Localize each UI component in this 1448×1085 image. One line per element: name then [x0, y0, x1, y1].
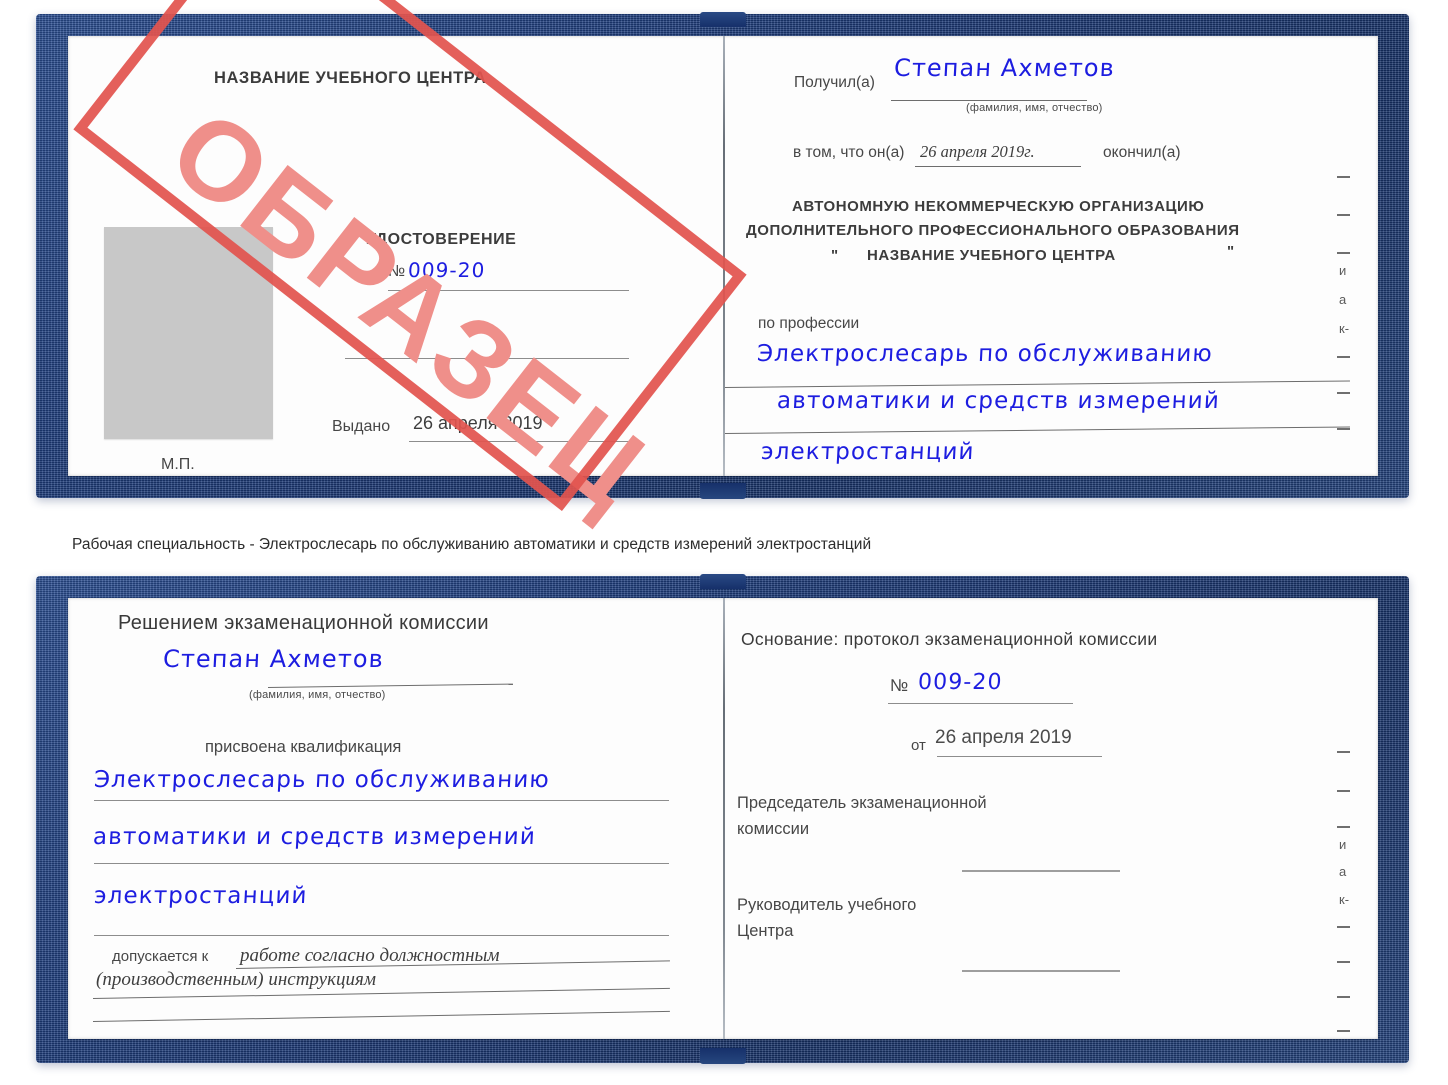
certificate-number-underline [388, 290, 629, 291]
from-label: от [911, 737, 926, 754]
that-he-label: в том, что он(а) [793, 144, 905, 161]
cert2-name-hint-label: (фамилия, имя, отчество) [249, 689, 386, 701]
edge-dash-3 [1337, 252, 1350, 254]
name-hint-label: (фамилия, имя, отчество) [966, 102, 1103, 114]
profession-line-1: Электрослесарь по обслуживанию [756, 341, 1214, 367]
edge-dash-5 [1337, 392, 1350, 394]
image-caption: Рабочая специальность - Электрослесарь п… [72, 536, 872, 553]
edge2-fragment-2: а [1339, 864, 1347, 879]
certificate-1-left-page: НАЗВАНИЕ УЧЕБНОГО ЦЕНТРА УДОСТОВЕРЕНИЕ №… [68, 36, 723, 476]
edge-dash-1 [1337, 176, 1350, 178]
edge2-fragment-1: и [1339, 837, 1347, 852]
profession-label: по профессии [758, 315, 860, 332]
chairman-line-2: комиссии [737, 820, 810, 838]
seal-place-label: М.П. [161, 456, 195, 473]
head-line-2: Центра [737, 922, 794, 940]
edge2-dash-7 [1337, 1030, 1350, 1032]
org-name: НАЗВАНИЕ УЧЕБНОГО ЦЕНТРА [867, 247, 1116, 264]
certificate-2-spine-notch-top [699, 574, 746, 589]
photo-placeholder [104, 227, 273, 439]
edge2-dash-5 [1337, 961, 1350, 963]
certificate-number-label: № [388, 263, 406, 280]
qualification-line-3: электростанций [93, 883, 309, 909]
certificate-1-right-page: Получил(а) Степан Ахметов (фамилия, имя,… [725, 36, 1378, 476]
qualification-line-1: Электрослесарь по обслуживанию [93, 767, 551, 793]
profession-line-3: электростанций [760, 439, 976, 465]
edge-fragment-1: и [1339, 263, 1347, 278]
document-type-title: УДОСТОВЕРЕНИЕ [366, 231, 517, 248]
chairman-signature-line [962, 870, 1120, 872]
profession-line-2: автоматики и средств измерений [776, 388, 1221, 414]
admitted-line-2: (производственным) инструкциям [96, 969, 376, 990]
chairman-line-1: Председатель экзаменационной [737, 794, 987, 812]
completion-date-value: 26 апреля 2019г. [920, 142, 1035, 161]
graduated-label: окончил(а) [1103, 144, 1181, 161]
org-line-1: АВТОНОМНУЮ НЕКОММЕРЧЕСКУЮ ОРГАНИЗАЦИЮ [792, 198, 1205, 215]
edge2-dash-3 [1337, 826, 1350, 828]
received-label: Получил(а) [794, 74, 875, 91]
from-date-underline [937, 756, 1102, 757]
issued-date-value: 26 апреля 2019 [413, 413, 543, 433]
completion-date-underline [915, 166, 1081, 167]
edge2-dash-1 [1337, 751, 1350, 753]
certificate-2-right-page: Основание: протокол экзаменационной коми… [725, 598, 1378, 1039]
certificate-2-left-page: Решением экзаменационной комиссии Степан… [68, 598, 723, 1039]
edge2-dash-2 [1337, 790, 1350, 792]
from-date-value: 26 апреля 2019 [935, 727, 1072, 748]
certificate-number-value: 009-20 [407, 258, 487, 282]
org-quote-close: " [1227, 243, 1235, 260]
cert2-number-value: 009-20 [917, 670, 1004, 695]
qualification-rule-3 [94, 935, 669, 936]
head-line-1: Руководитель учебного [737, 896, 917, 914]
certificate-2-paper-spread: Решением экзаменационной комиссии Степан… [68, 598, 1378, 1039]
cert2-recipient-name-value: Степан Ахметов [162, 645, 385, 673]
issued-date-underline [409, 441, 629, 442]
head-signature-line [962, 970, 1120, 972]
admitted-label: допускается к [112, 948, 209, 965]
qualification-label: присвоена квалификация [205, 738, 402, 756]
edge2-dash-6 [1337, 996, 1350, 998]
org-line-2: ДОПОЛНИТЕЛЬНОГО ПРОФЕССИОНАЛЬНОГО ОБРАЗО… [746, 222, 1240, 239]
recipient-name-value: Степан Ахметов [893, 54, 1116, 82]
edge2-dash-4 [1337, 926, 1350, 928]
org-quote-open: " [831, 247, 839, 264]
profession-rule-1 [725, 380, 1350, 388]
certificate-1-paper-spread: НАЗВАНИЕ УЧЕБНОГО ЦЕНТРА УДОСТОВЕРЕНИЕ №… [68, 36, 1378, 476]
commission-decision-title: Решением экзаменационной комиссии [118, 612, 489, 634]
edge-dash-2 [1337, 214, 1350, 216]
basis-label: Основание: протокол экзаменационной коми… [741, 629, 1158, 649]
cert2-number-label: № [890, 676, 909, 695]
edge-fragment-2: а [1339, 292, 1347, 307]
blank-rule-1 [345, 358, 629, 359]
admitted-rule-3 [92, 1010, 670, 1022]
edge2-fragment-3: к- [1339, 892, 1350, 907]
recipient-name-underline [891, 100, 1087, 101]
qualification-line-2: автоматики и средств измерений [92, 824, 537, 850]
qualification-rule-1 [94, 800, 669, 801]
edge-fragment-3: к- [1339, 321, 1350, 336]
edge-dash-6 [1337, 428, 1350, 430]
profession-rule-2 [725, 426, 1350, 434]
edge-dash-4 [1337, 356, 1350, 358]
cert2-recipient-name-underline [267, 683, 513, 688]
certificate-1-spine-notch-top [699, 12, 746, 27]
issued-label: Выдано [332, 418, 391, 435]
cert2-number-underline [888, 703, 1073, 704]
training-center-title: НАЗВАНИЕ УЧЕБНОГО ЦЕНТРА [214, 69, 487, 87]
qualification-rule-2 [94, 863, 669, 864]
